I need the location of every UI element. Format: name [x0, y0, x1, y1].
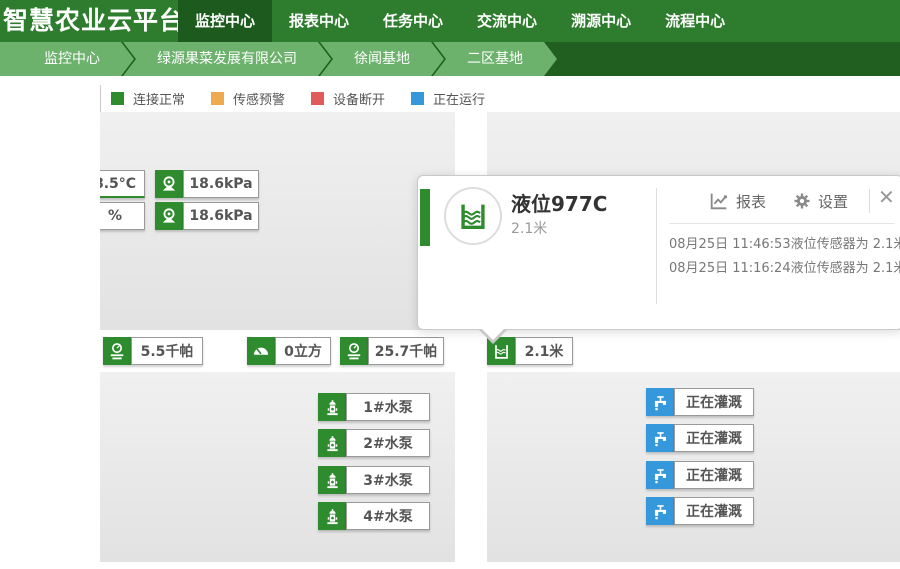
- report-chart-icon[interactable]: [708, 190, 730, 212]
- settings-button[interactable]: 设置: [818, 191, 848, 212]
- irrigation-status-button-3[interactable]: 正在灌溉: [646, 461, 754, 489]
- greenhouse-panel-top-left: 8.5°C % 18.6kPa 18.6kPa: [100, 112, 455, 330]
- temperature-sensor-badge[interactable]: 8.5°C: [100, 170, 145, 198]
- pump-icon: [318, 429, 346, 457]
- breadcrumb: 监控中心 绿源果菜发展有限公司 徐闻基地 二区基地: [0, 42, 900, 76]
- temperature-value: 8.5°C: [100, 170, 145, 198]
- smart-agriculture-dashboard: 智慧农业云平台 监控中心 报表中心 任务中心 交流中心 溯源中心 流程中心 监控…: [0, 0, 900, 569]
- sensor-icon: [155, 202, 183, 230]
- legend-connected-swatch: [111, 92, 124, 105]
- pressure-sensor-badge-2[interactable]: 18.6kPa: [155, 202, 259, 230]
- water-level-value: 2.1米: [515, 337, 573, 365]
- pump-icon: [318, 502, 346, 530]
- top-nav-bar: 智慧农业云平台 监控中心 报表中心 任务中心 交流中心 溯源中心 流程中心: [0, 0, 900, 42]
- nav-item-report-center[interactable]: 报表中心: [272, 0, 366, 42]
- pump-label: 4#水泵: [346, 502, 430, 530]
- popup-rule: [669, 223, 894, 224]
- pump-icon: [318, 393, 346, 421]
- legend-connected-label: 连接正常: [133, 89, 185, 108]
- sensor-icon: [155, 170, 183, 198]
- popup-device-value: 2.1米: [511, 218, 547, 238]
- water-level-device-icon: [444, 187, 502, 245]
- sensor-log-line: 08月25日 11:46:53液位传感器为 2.1米: [669, 233, 900, 252]
- pump-icon: [318, 466, 346, 494]
- sensor-detail-popup: 液位977C 2.1米 报表 设置 ✕ 08月25日 11:46:53液位传感器…: [417, 175, 900, 330]
- pump-label: 1#水泵: [346, 393, 430, 421]
- flow-meter-value: 0立方: [275, 337, 331, 365]
- nav-item-monitor-center[interactable]: 监控中心: [178, 0, 272, 42]
- breadcrumb-company[interactable]: 绿源果菜发展有限公司: [123, 42, 331, 76]
- pump-label: 2#水泵: [346, 429, 430, 457]
- popup-divider-2: [869, 189, 870, 213]
- breadcrumb-zone[interactable]: 二区基地: [433, 42, 557, 76]
- pressure-sensor-badge-1[interactable]: 18.6kPa: [155, 170, 259, 198]
- pump-button-3[interactable]: 3#水泵: [318, 466, 430, 494]
- legend-running-label: 正在运行: [433, 89, 485, 108]
- humidity-sensor-badge[interactable]: %: [100, 202, 145, 230]
- faucet-icon: [646, 461, 674, 489]
- irrigation-label: 正在灌溉: [674, 388, 754, 416]
- close-icon[interactable]: ✕: [878, 185, 895, 209]
- greenhouse-panel-bottom-left: 1#水泵 2#水泵 3#水泵 4#水泵: [100, 372, 455, 562]
- breadcrumb-bar: 监控中心 绿源果菜发展有限公司 徐闻基地 二区基地: [0, 42, 900, 76]
- breadcrumb-base[interactable]: 徐闻基地: [320, 42, 444, 76]
- faucet-icon: [646, 497, 674, 525]
- breadcrumb-monitor-center[interactable]: 监控中心: [0, 42, 134, 76]
- irrigation-status-button-2[interactable]: 正在灌溉: [646, 424, 754, 452]
- pipe-pressure-badge-1[interactable]: 5.5千帕: [103, 337, 203, 365]
- legend-running-swatch: [411, 92, 424, 105]
- greenhouse-panel-bottom-right: 正在灌溉 正在灌溉 正在灌溉 正在灌溉: [487, 372, 900, 562]
- legend-sensor-warning-swatch: [211, 92, 224, 105]
- irrigation-status-button-4[interactable]: 正在灌溉: [646, 497, 754, 525]
- nav-item-process-center[interactable]: 流程中心: [648, 0, 742, 42]
- irrigation-label: 正在灌溉: [674, 461, 754, 489]
- legend-disconnected: 设备断开: [311, 89, 385, 108]
- popup-divider: [656, 188, 657, 304]
- gauge-icon: [340, 337, 368, 365]
- flow-meter-icon: [247, 337, 275, 365]
- report-button[interactable]: 报表: [736, 191, 766, 212]
- flow-meter-badge[interactable]: 0立方: [247, 337, 331, 365]
- pump-label: 3#水泵: [346, 466, 430, 494]
- pump-button-4[interactable]: 4#水泵: [318, 502, 430, 530]
- legend-disconnected-label: 设备断开: [333, 89, 385, 108]
- main-nav: 监控中心 报表中心 任务中心 交流中心 溯源中心 流程中心: [178, 0, 742, 42]
- legend-disconnected-swatch: [311, 92, 324, 105]
- popup-accent-bar: [420, 189, 430, 246]
- legend-sensor-warning: 传感预警: [211, 89, 285, 108]
- popup-pointer-tail-fill: [481, 328, 505, 340]
- pipe-pressure-value-2: 25.7千帕: [368, 337, 444, 365]
- pressure-value-2: 18.6kPa: [183, 202, 259, 230]
- humidity-value: %: [100, 202, 145, 230]
- irrigation-label: 正在灌溉: [674, 497, 754, 525]
- nav-item-traceability-center[interactable]: 溯源中心: [554, 0, 648, 42]
- legend-connected: 连接正常: [111, 89, 185, 108]
- pump-button-2[interactable]: 2#水泵: [318, 429, 430, 457]
- faucet-icon: [646, 388, 674, 416]
- status-legend: 连接正常 传感预警 设备断开 正在运行: [100, 85, 890, 112]
- pressure-value-1: 18.6kPa: [183, 170, 259, 198]
- nav-item-task-center[interactable]: 任务中心: [366, 0, 460, 42]
- gear-icon[interactable]: [792, 191, 812, 211]
- pipe-pressure-value-1: 5.5千帕: [131, 337, 203, 365]
- irrigation-label: 正在灌溉: [674, 424, 754, 452]
- legend-sensor-warning-label: 传感预警: [233, 89, 285, 108]
- nav-item-communication-center[interactable]: 交流中心: [460, 0, 554, 42]
- pipe-pressure-badge-2[interactable]: 25.7千帕: [340, 337, 444, 365]
- faucet-icon: [646, 424, 674, 452]
- popup-device-title: 液位977C: [511, 188, 607, 217]
- pump-button-1[interactable]: 1#水泵: [318, 393, 430, 421]
- legend-running: 正在运行: [411, 89, 485, 108]
- sensor-log-line: 08月25日 11:16:24液位传感器为 2.1米: [669, 257, 900, 276]
- app-logo: 智慧农业云平台: [3, 0, 185, 42]
- gauge-icon: [103, 337, 131, 365]
- irrigation-status-button-1[interactable]: 正在灌溉: [646, 388, 754, 416]
